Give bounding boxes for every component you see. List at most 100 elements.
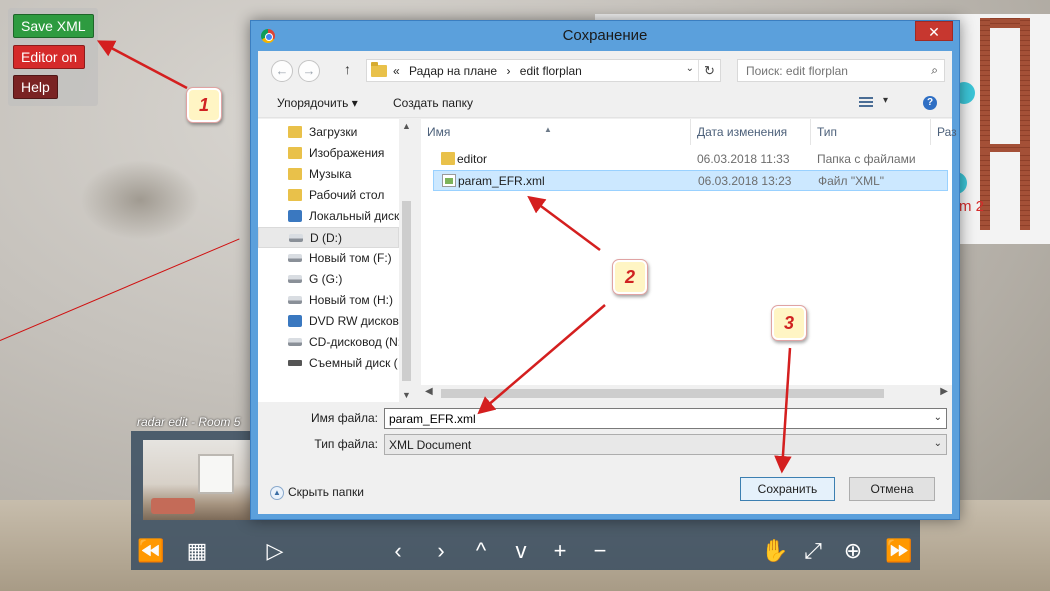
chevron-down-icon[interactable]: ⌄ bbox=[686, 63, 694, 74]
nav-item[interactable]: Рабочий стол bbox=[258, 185, 399, 206]
scroll-left-icon[interactable]: ◀ bbox=[425, 386, 433, 397]
nav-item[interactable]: DVD RW дисково bbox=[258, 311, 399, 332]
column-header-name[interactable]: Имя ▲ bbox=[421, 119, 691, 145]
grid-icon[interactable]: ▦ bbox=[181, 535, 213, 567]
folder-icon bbox=[371, 62, 387, 77]
play-icon[interactable]: ▷ bbox=[259, 535, 291, 567]
skip-back-icon[interactable]: ⏪ bbox=[135, 535, 167, 567]
file-date: 06.03.2018 13:23 bbox=[698, 174, 792, 188]
nav-item-label: Рабочий стол bbox=[309, 188, 385, 202]
download-icon[interactable]: ⊕ bbox=[839, 535, 867, 567]
chevron-down-icon[interactable]: ⌄ bbox=[934, 412, 942, 423]
scroll-up-icon[interactable]: ▲ bbox=[402, 121, 411, 131]
navigation-pane[interactable]: Съемный диск ( CD-дисковод (N: DVD RW диск… bbox=[258, 119, 414, 402]
nav-item[interactable]: Съемный диск ( bbox=[258, 353, 399, 374]
file-date: 06.03.2018 11:33 bbox=[697, 152, 790, 166]
cd-drive-icon bbox=[288, 338, 302, 346]
column-header-date[interactable]: Дата изменения bbox=[691, 119, 811, 145]
breadcrumb-item[interactable]: edit florplan bbox=[520, 64, 582, 78]
save-button[interactable]: Сохранить bbox=[740, 477, 835, 501]
room-thumbnail[interactable] bbox=[143, 440, 251, 520]
nav-item[interactable]: G (G:) bbox=[258, 269, 399, 290]
nav-item[interactable]: Загрузки bbox=[258, 122, 399, 143]
search-box[interactable]: ⌕ bbox=[737, 59, 945, 82]
save-xml-button[interactable]: Save XML bbox=[13, 14, 94, 38]
hscroll-thumb[interactable] bbox=[441, 389, 884, 398]
filename-input[interactable] bbox=[385, 409, 925, 428]
column-header-type[interactable]: Тип bbox=[811, 119, 931, 145]
skip-forward-icon[interactable]: ⏩ bbox=[883, 535, 915, 567]
chevron-left-icon[interactable]: ‹ bbox=[386, 535, 410, 567]
sort-ascending-icon: ▲ bbox=[544, 125, 552, 134]
search-icon[interactable]: ⌕ bbox=[931, 63, 938, 78]
help-icon[interactable]: ? bbox=[923, 96, 937, 110]
nav-item-label: CD-дисковод (N: bbox=[309, 335, 399, 349]
nav-item-label: Локальный диск bbox=[309, 209, 399, 223]
nav-item-label: DVD RW дисково bbox=[309, 314, 399, 328]
file-list-hscrollbar[interactable]: ◀ ▶ bbox=[421, 385, 952, 402]
nav-item[interactable]: Музыка bbox=[258, 164, 399, 185]
column-header-size[interactable]: Раз bbox=[931, 119, 957, 145]
chevron-down-icon[interactable]: v bbox=[509, 535, 533, 567]
new-folder-button[interactable]: Создать папку bbox=[393, 96, 473, 110]
organize-button[interactable]: Упорядочить ▾ bbox=[277, 96, 358, 110]
search-input[interactable] bbox=[738, 60, 913, 81]
chevron-right-icon[interactable]: › bbox=[506, 64, 510, 78]
breadcrumb: « Радар на плане › edit florplan bbox=[393, 64, 588, 78]
chevron-right-icon[interactable]: › bbox=[429, 535, 453, 567]
thumbnail-bed bbox=[151, 498, 195, 514]
thumbnail-window bbox=[198, 454, 234, 494]
plan-wall bbox=[1020, 18, 1030, 230]
nav-item[interactable]: Локальный диск bbox=[258, 206, 399, 227]
filetype-select[interactable]: XML Document ⌄ bbox=[384, 434, 947, 455]
file-type: Папка с файлами bbox=[817, 152, 916, 166]
file-row[interactable]: param_EFR.xml 06.03.2018 13:23 Файл "XML" bbox=[433, 170, 948, 191]
nav-item[interactable]: Новый том (H:) bbox=[258, 290, 399, 311]
help-button[interactable]: Help bbox=[13, 75, 58, 99]
dialog-title: Сохранение bbox=[562, 27, 648, 44]
breadcrumb-item[interactable]: Радар на плане bbox=[409, 64, 497, 78]
file-name: param_EFR.xml bbox=[458, 174, 545, 188]
dialog-titlebar[interactable]: Сохранение ✕ bbox=[251, 21, 959, 51]
breadcrumb-overflow[interactable]: « bbox=[393, 64, 400, 78]
arrow-1 bbox=[96, 40, 188, 90]
cancel-button[interactable]: Отмена bbox=[849, 477, 935, 501]
chevron-down-icon[interactable]: ⌄ bbox=[934, 438, 942, 449]
chevron-up-icon[interactable]: ^ bbox=[469, 535, 493, 567]
back-button[interactable]: ← bbox=[271, 60, 293, 82]
file-row[interactable]: editor 06.03.2018 11:33 Папка с файлами bbox=[433, 149, 948, 170]
close-button[interactable]: ✕ bbox=[915, 21, 953, 41]
nav-item-label: Изображения bbox=[309, 146, 385, 160]
refresh-icon[interactable]: ↻ bbox=[698, 60, 720, 81]
filetype-value: XML Document bbox=[389, 438, 472, 452]
hide-folders-button[interactable]: ▲ Скрыть папки bbox=[270, 485, 364, 500]
up-folder-button[interactable]: ↑ bbox=[344, 61, 351, 77]
address-row: ← → ↑ « Радар на плане › edit florplan ⌄… bbox=[258, 51, 952, 89]
nav-item[interactable]: CD-дисковод (N: bbox=[258, 332, 399, 353]
nav-item[interactable]: D (D:) bbox=[258, 227, 399, 248]
command-bar: Упорядочить ▾ Создать папку ▾ ? bbox=[258, 89, 952, 118]
views-dropdown-icon[interactable]: ▾ bbox=[883, 95, 888, 106]
nav-scrollbar[interactable]: ▲ ▼ bbox=[399, 119, 414, 402]
zoom-out-icon[interactable]: − bbox=[588, 535, 612, 567]
zoom-in-icon[interactable]: + bbox=[548, 535, 572, 567]
address-bar[interactable]: « Радар на плане › edit florplan ⌄ ↻ bbox=[366, 59, 721, 82]
save-dialog: Сохранение ✕ ← → ↑ « Радар на плане › ed… bbox=[250, 20, 960, 520]
nav-scroll-thumb[interactable] bbox=[402, 201, 411, 381]
local-disk-icon bbox=[288, 210, 302, 222]
thumbnail-label: radar edit - Room 5 bbox=[137, 415, 241, 429]
filename-field[interactable]: ⌄ bbox=[384, 408, 947, 429]
editor-toolbar: Save XML Editor on Help bbox=[8, 8, 98, 106]
editor-toggle-button[interactable]: Editor on bbox=[13, 45, 86, 69]
nav-item[interactable]: Изображения bbox=[258, 143, 399, 164]
forward-button[interactable]: → bbox=[298, 60, 320, 82]
fullscreen-icon[interactable]: ⤢ bbox=[799, 535, 827, 567]
nav-item[interactable]: Новый том (F:) bbox=[258, 248, 399, 269]
callout-3: 3 bbox=[771, 305, 807, 341]
viewer-navbar: ⏪ ▦ ▷ ‹ › ^ v + − ✋ ⤢ ⊕ ⏩ bbox=[131, 531, 920, 571]
scroll-right-icon[interactable]: ▶ bbox=[940, 386, 948, 397]
hand-icon[interactable]: ✋ bbox=[761, 535, 789, 567]
file-list[interactable]: Имя ▲ Дата изменения Тип Раз ◀ ▶ editor 0… bbox=[421, 119, 957, 402]
views-icon[interactable] bbox=[859, 97, 873, 109]
scroll-down-icon[interactable]: ▼ bbox=[402, 390, 411, 400]
